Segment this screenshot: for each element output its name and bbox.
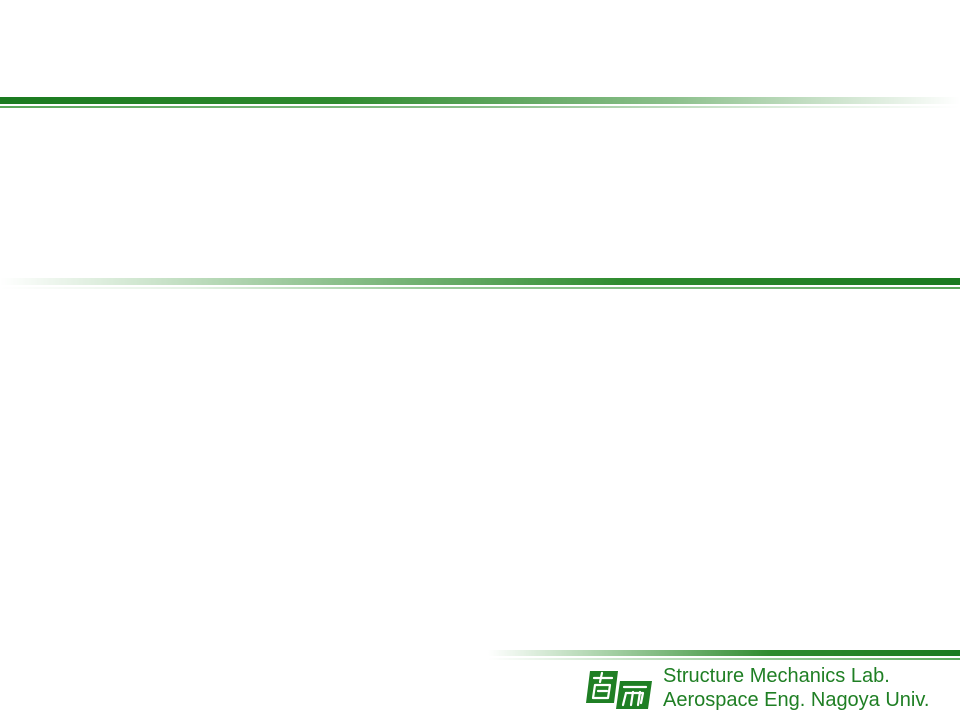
footer-lab-credit: Structure Mechanics Lab. Aerospace Eng. … [663, 664, 929, 712]
university-emblem-icon [586, 671, 652, 709]
footer-lab-name: Structure Mechanics Lab. [663, 665, 890, 687]
top-divider-thin-line [0, 106, 960, 108]
middle-divider-band [0, 278, 960, 289]
middle-divider-thick-line [0, 278, 960, 285]
footer-affiliation: Aerospace Eng. Nagoya Univ. [663, 689, 930, 711]
slide: Structure Mechanics Lab. Aerospace Eng. … [0, 0, 960, 720]
top-divider-band [0, 97, 960, 108]
top-divider-thick-line [0, 97, 960, 104]
middle-divider-thin-line [0, 287, 960, 289]
bottom-divider-thin-line [488, 658, 960, 660]
bottom-divider-band [488, 650, 960, 660]
